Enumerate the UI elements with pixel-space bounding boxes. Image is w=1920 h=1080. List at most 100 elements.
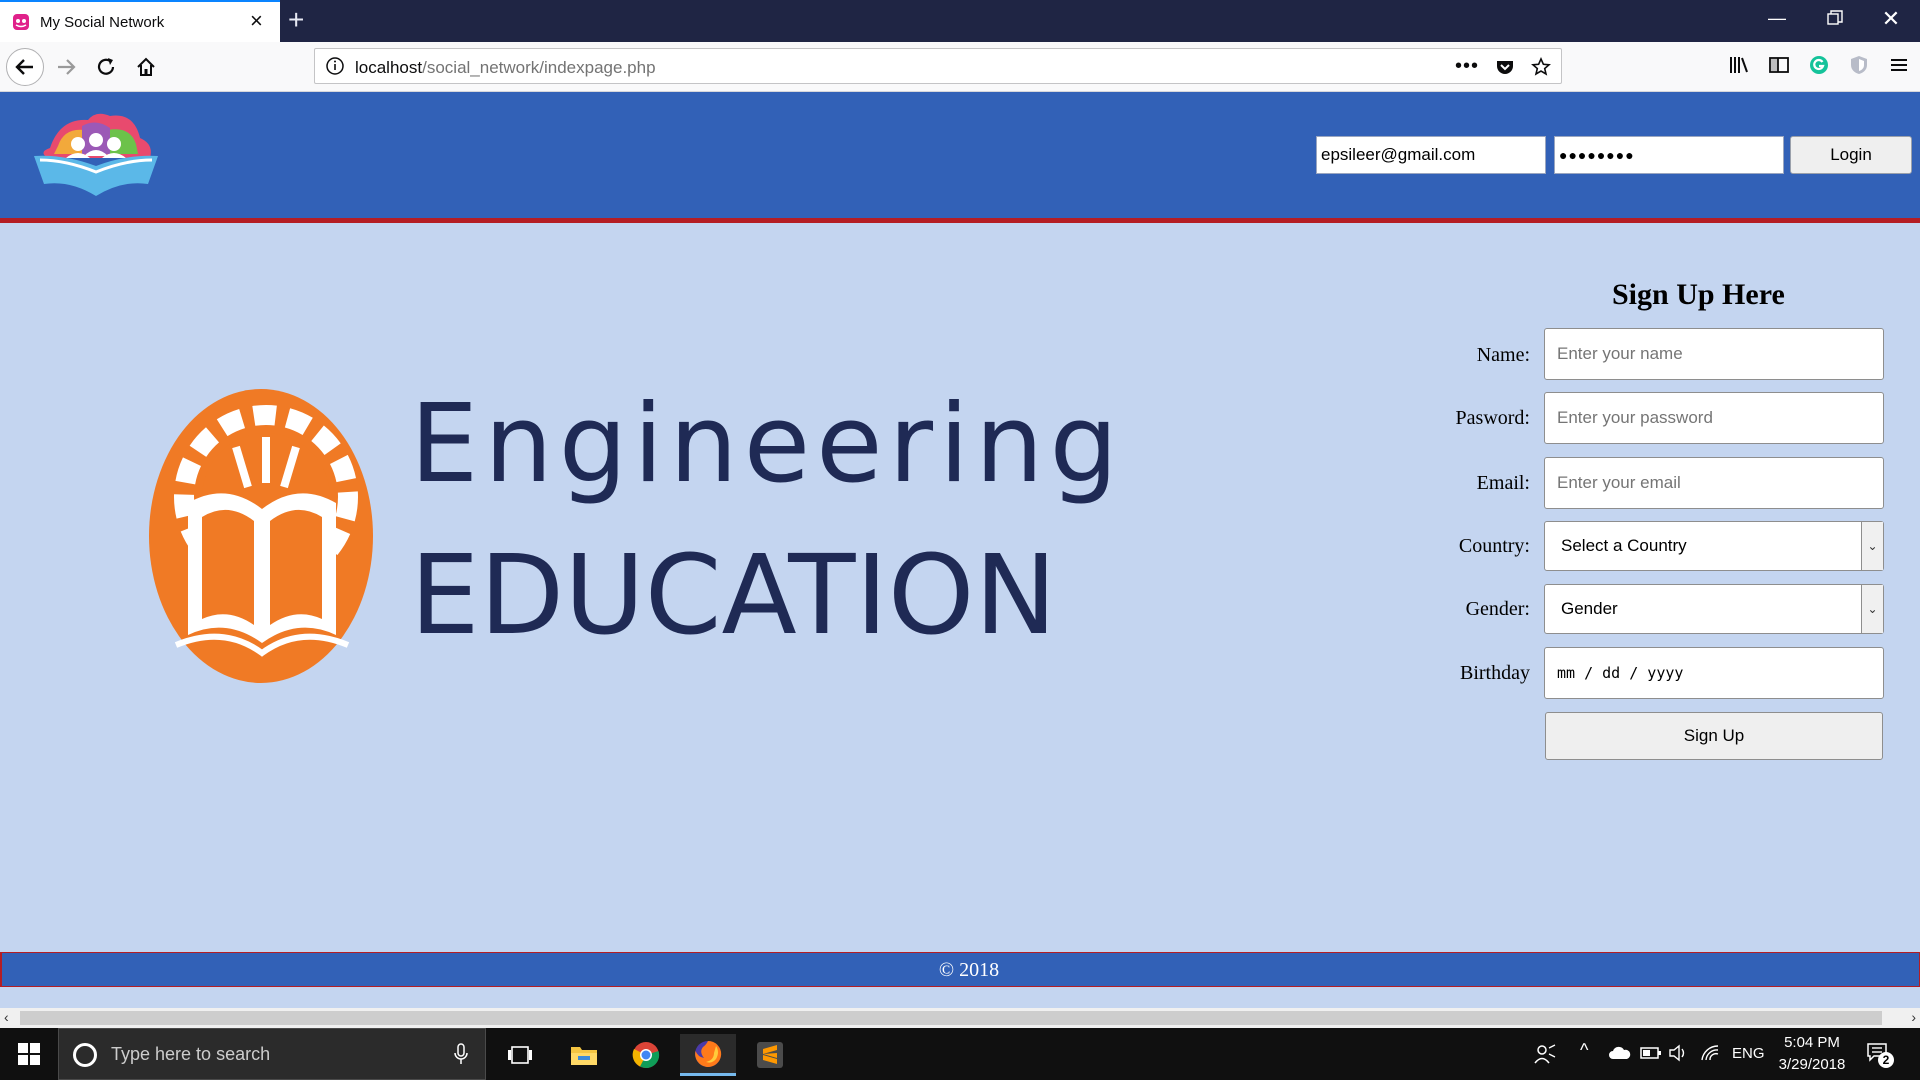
login-password-field[interactable]: ●●●●●●●●	[1554, 136, 1784, 174]
file-explorer-button[interactable]	[556, 1034, 612, 1076]
library-icon[interactable]	[1728, 54, 1750, 76]
task-view-icon	[508, 1046, 532, 1064]
page-actions-icon[interactable]: •••	[1455, 55, 1479, 78]
windows-taskbar: Type here to search ^ ENG 5:04 PM 3/29/2…	[0, 1028, 1920, 1080]
name-label: Name:	[1476, 344, 1530, 366]
forward-button[interactable]	[48, 49, 84, 85]
password-field[interactable]: Enter your password	[1544, 392, 1884, 444]
gender-selected: Gender	[1561, 599, 1618, 618]
close-window-icon[interactable]: ✕	[1876, 6, 1906, 32]
chevron-down-icon: ⌄	[1861, 585, 1883, 633]
brand-word-education: EDUCATION	[410, 531, 1057, 659]
new-tab-icon[interactable]: +	[288, 6, 304, 34]
onedrive-cloud-icon[interactable]	[1608, 1046, 1632, 1060]
login-button[interactable]: Login	[1790, 136, 1912, 174]
birthday-placeholder: mm / dd / yyyy	[1557, 664, 1684, 682]
password-placeholder: Enter your password	[1557, 408, 1713, 427]
site-header: ●●●●●●●● Login	[0, 92, 1920, 220]
url-path: /social_network/indexpage.php	[422, 58, 656, 77]
pocket-icon[interactable]	[1495, 57, 1515, 77]
email-field[interactable]: Enter your email	[1544, 457, 1884, 509]
chrome-button[interactable]	[618, 1034, 674, 1076]
birthday-label: Birthday	[1460, 662, 1530, 684]
signup-button[interactable]: Sign Up	[1545, 712, 1883, 760]
url-actions: •••	[1455, 55, 1551, 78]
back-button[interactable]	[6, 48, 44, 86]
microphone-icon[interactable]	[453, 1043, 469, 1065]
forward-arrow-icon	[58, 59, 76, 75]
action-center-button[interactable]: 2	[1866, 1042, 1894, 1068]
browser-titlebar: My Social Network × + — ✕	[0, 0, 1920, 42]
wifi-icon[interactable]	[1700, 1044, 1720, 1062]
site-favicon-icon	[13, 14, 29, 30]
clock-time[interactable]: 5:04 PM	[1782, 1034, 1842, 1051]
notification-count-badge: 2	[1878, 1052, 1894, 1068]
volume-icon[interactable]	[1668, 1044, 1688, 1062]
restore-icon[interactable]	[1820, 10, 1850, 31]
signup-title: Sign Up Here	[1612, 278, 1785, 311]
firefox-icon	[695, 1040, 722, 1067]
country-label: Country:	[1458, 535, 1530, 557]
home-button[interactable]	[128, 49, 164, 85]
name-field[interactable]: Enter your name	[1544, 328, 1884, 380]
sublime-text-icon	[757, 1042, 783, 1068]
header-divider	[0, 218, 1920, 223]
login-email-field[interactable]	[1316, 136, 1546, 174]
browser-toolbar-right	[1728, 54, 1910, 76]
email-label: Email:	[1476, 472, 1530, 494]
site-footer: © 2018	[0, 952, 1920, 987]
bookmark-star-icon[interactable]	[1531, 56, 1551, 77]
shield-extension-icon[interactable]	[1848, 54, 1870, 76]
url-host: localhost	[355, 58, 423, 77]
taskbar-search[interactable]: Type here to search	[58, 1028, 486, 1080]
tab-title: My Social Network	[40, 14, 165, 31]
email-placeholder: Enter your email	[1557, 473, 1681, 492]
browser-tab[interactable]: My Social Network ×	[0, 0, 280, 42]
taskbar-search-placeholder: Type here to search	[111, 1044, 271, 1064]
site-logo-icon[interactable]	[30, 110, 162, 198]
scrollbar-thumb[interactable]	[20, 1011, 1882, 1025]
sidebar-icon[interactable]	[1768, 54, 1790, 76]
clock-date[interactable]: 3/29/2018	[1772, 1056, 1852, 1073]
tab-close-icon[interactable]: ×	[250, 10, 263, 32]
back-arrow-icon	[15, 59, 33, 75]
engineering-education-logo: Engineering EDUCATION	[148, 385, 1118, 690]
firefox-button[interactable]	[680, 1034, 736, 1076]
grammarly-extension-icon[interactable]	[1808, 54, 1830, 76]
birthday-field[interactable]: mm / dd / yyyy	[1544, 647, 1884, 699]
home-icon	[137, 57, 155, 76]
sublime-text-button[interactable]	[742, 1034, 798, 1076]
name-placeholder: Enter your name	[1557, 344, 1683, 363]
scroll-right-icon[interactable]: ›	[1911, 1009, 1916, 1025]
language-indicator[interactable]: ENG	[1732, 1045, 1765, 1062]
chrome-icon	[632, 1042, 660, 1069]
folder-icon	[571, 1047, 597, 1065]
minimize-icon[interactable]: —	[1762, 8, 1792, 29]
gear-book-emblem-icon	[149, 389, 373, 683]
reload-icon	[97, 58, 115, 75]
windows-logo-icon	[18, 1043, 40, 1065]
password-label: Pasword:	[1455, 407, 1530, 429]
browser-navbar: localhost/social_network/indexpage.php •…	[0, 42, 1920, 92]
start-button[interactable]	[0, 1028, 58, 1080]
site-info-icon[interactable]	[325, 56, 345, 76]
address-bar[interactable]: localhost/social_network/indexpage.php •…	[314, 48, 1562, 84]
gender-label: Gender:	[1465, 598, 1530, 620]
people-icon[interactable]	[1534, 1044, 1556, 1064]
cortana-icon	[73, 1043, 97, 1067]
country-selected: Select a Country	[1561, 536, 1687, 555]
hamburger-menu-icon[interactable]	[1888, 54, 1910, 76]
reload-button[interactable]	[88, 49, 124, 85]
horizontal-scrollbar[interactable]: ‹ ›	[0, 1008, 1920, 1028]
task-view-button[interactable]	[492, 1034, 548, 1076]
gender-select[interactable]: Gender ⌄	[1544, 584, 1884, 634]
brand-word-engineering: Engineering	[410, 382, 1124, 507]
chevron-down-icon: ⌄	[1861, 522, 1883, 570]
battery-icon[interactable]	[1640, 1046, 1662, 1060]
scroll-left-icon[interactable]: ‹	[4, 1009, 9, 1025]
show-hidden-icons-chevron-icon[interactable]: ^	[1580, 1040, 1588, 1061]
footer-copyright: © 2018	[938, 959, 1000, 981]
url-text: localhost/social_network/indexpage.php	[355, 58, 656, 78]
login-password-mask: ●●●●●●●●	[1559, 147, 1635, 163]
country-select[interactable]: Select a Country ⌄	[1544, 521, 1884, 571]
